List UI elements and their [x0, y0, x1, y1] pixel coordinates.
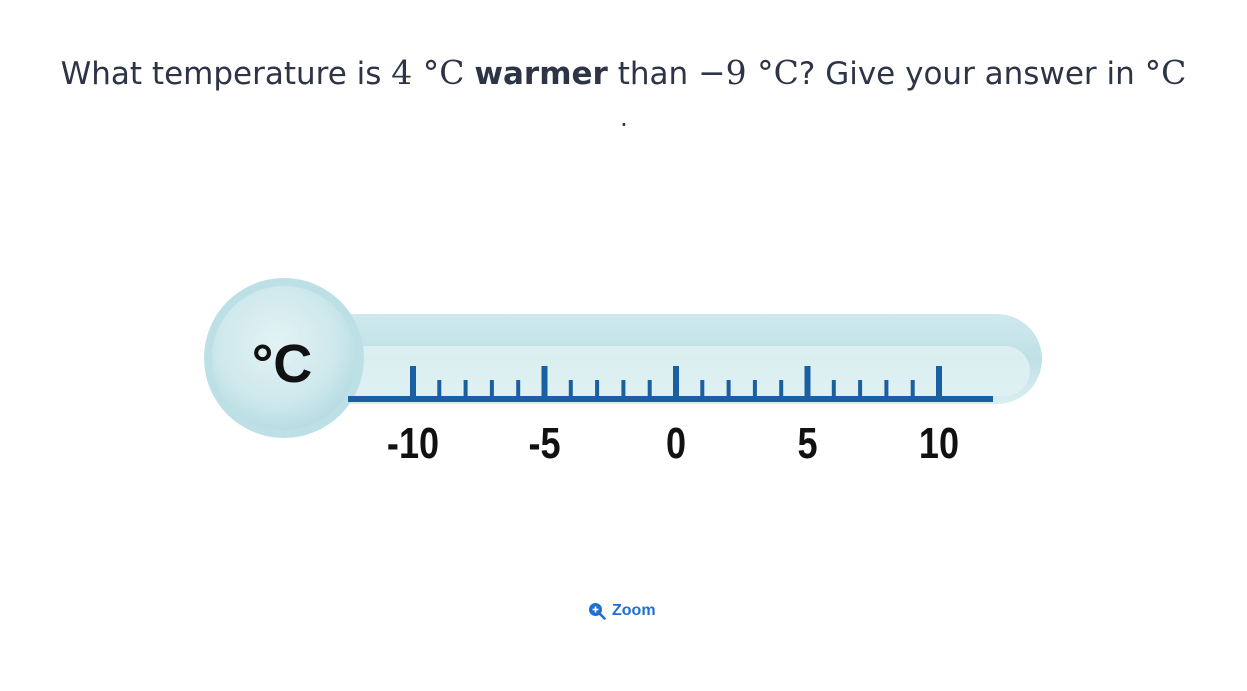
- question-suffix: ? Give your answer in: [798, 56, 1145, 92]
- question-middle: than: [607, 56, 698, 92]
- major-tick: [936, 366, 942, 398]
- minor-tick: [621, 380, 626, 398]
- question-prefix: What temperature is: [60, 56, 392, 92]
- question-text: What temperature is 4 °C warmer than −9 …: [0, 50, 1247, 97]
- tick-label: -10: [387, 419, 439, 468]
- tick-label: -5: [528, 419, 560, 468]
- minor-tick: [595, 380, 600, 398]
- minor-tick: [700, 380, 705, 398]
- minor-tick: [884, 380, 889, 398]
- question-value-1: 4 °C: [391, 53, 465, 92]
- zoom-button[interactable]: Zoom: [588, 602, 656, 620]
- unit-label: °C: [252, 334, 313, 394]
- minor-tick: [489, 380, 494, 398]
- question-unit: °C: [1144, 53, 1187, 92]
- scale-baseline: [348, 396, 993, 402]
- minor-tick: [858, 380, 863, 398]
- tick-label: 10: [919, 419, 959, 468]
- zoom-in-icon: [589, 603, 606, 620]
- thermometer-graphic: -10 -5 0 5 10 °C: [204, 278, 1042, 468]
- minor-tick: [779, 380, 784, 398]
- minor-tick: [910, 380, 915, 398]
- major-tick: [541, 366, 548, 398]
- question-period: .: [620, 104, 628, 132]
- minor-tick: [752, 380, 757, 398]
- minor-tick: [647, 380, 652, 398]
- thermometer-tube-inner: [330, 346, 1030, 396]
- question-emphasis: warmer: [474, 56, 608, 92]
- major-tick: [410, 366, 416, 398]
- scale-tick-labels: -10 -5 0 5 10: [387, 419, 959, 468]
- major-tick: [673, 366, 679, 398]
- thermometer: -10 -5 0 5 10 °C: [200, 270, 1060, 480]
- tick-label: 0: [666, 419, 686, 468]
- tick-label: 5: [797, 419, 817, 468]
- minor-tick: [726, 380, 731, 398]
- minor-tick: [831, 380, 836, 398]
- minor-tick: [568, 380, 573, 398]
- minor-tick: [516, 380, 521, 398]
- question-value-2: −9 °C: [698, 53, 799, 92]
- major-tick: [804, 366, 811, 398]
- minor-tick: [437, 380, 442, 398]
- zoom-label: Zoom: [612, 602, 656, 619]
- minor-tick: [463, 380, 468, 398]
